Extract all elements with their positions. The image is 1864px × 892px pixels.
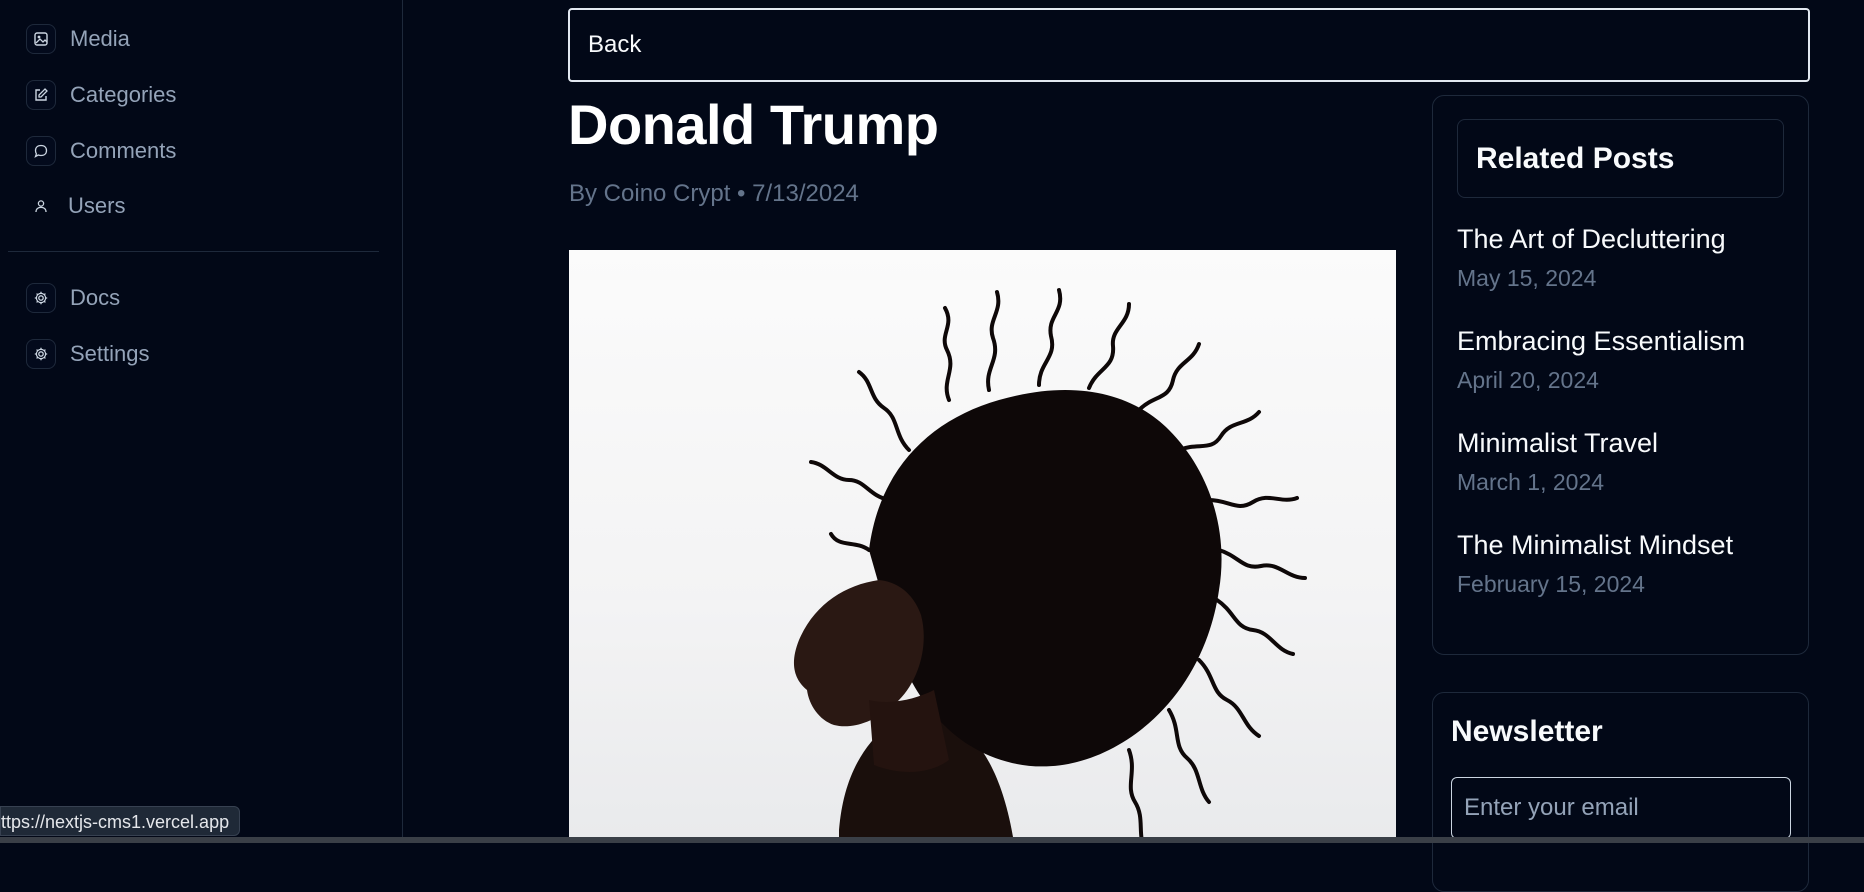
post-hero-image — [569, 250, 1396, 843]
related-posts-card: Related Posts The Art of Decluttering Ma… — [1432, 95, 1809, 655]
related-post-item[interactable]: The Art of Decluttering May 15, 2024 — [1457, 224, 1726, 292]
back-button[interactable]: Back — [568, 8, 1810, 82]
sidebar-item-label: Comments — [70, 138, 177, 163]
sidebar-item-label: Users — [68, 193, 126, 218]
sidebar-item-users[interactable]: Users — [26, 189, 125, 223]
sidebar-divider — [8, 251, 379, 252]
related-post-title[interactable]: Embracing Essentialism — [1457, 326, 1745, 357]
related-post-date: March 1, 2024 — [1457, 469, 1605, 495]
hero-photo-illustration — [793, 288, 1307, 843]
gear-icon — [26, 283, 56, 313]
related-posts-heading: Related Posts — [1457, 119, 1784, 198]
gear-icon — [26, 339, 56, 369]
newsletter-email-input[interactable] — [1451, 777, 1791, 839]
sidebar-item-comments[interactable]: Comments — [26, 134, 176, 168]
status-bar-url: ttps://nextjs-cms1.vercel.app — [0, 806, 241, 836]
related-post-title[interactable]: The Art of Decluttering — [1457, 224, 1726, 255]
related-post-title[interactable]: The Minimalist Mindset — [1457, 530, 1733, 561]
sidebar-item-label: Categories — [70, 82, 177, 107]
related-post-date: April 20, 2024 — [1457, 367, 1599, 393]
related-post-date: February 15, 2024 — [1457, 571, 1645, 597]
newsletter-card: Newsletter — [1432, 692, 1809, 892]
related-post-date: May 15, 2024 — [1457, 265, 1597, 291]
related-post-item[interactable]: Embracing Essentialism April 20, 2024 — [1457, 326, 1745, 394]
sidebar-item-settings[interactable]: Settings — [26, 337, 150, 371]
related-post-title[interactable]: Minimalist Travel — [1457, 428, 1658, 459]
sidebar-item-docs[interactable]: Docs — [26, 281, 120, 315]
user-icon — [26, 191, 56, 221]
sidebar-item-categories[interactable]: Categories — [26, 78, 176, 112]
post-title: Donald Trump — [568, 93, 939, 156]
sidebar-item-label: Settings — [70, 341, 150, 366]
sidebar-item-label: Media — [70, 26, 130, 51]
comment-icon — [26, 136, 56, 166]
media-icon — [26, 24, 56, 54]
sidebar: Media Categories Comments Users Docs Set… — [0, 0, 403, 843]
newsletter-heading: Newsletter — [1451, 715, 1603, 748]
edit-icon — [26, 80, 56, 110]
window-bottom-edge — [0, 837, 1864, 843]
related-post-item[interactable]: Minimalist Travel March 1, 2024 — [1457, 428, 1658, 496]
related-post-item[interactable]: The Minimalist Mindset February 15, 2024 — [1457, 530, 1733, 598]
sidebar-item-media[interactable]: Media — [26, 22, 130, 56]
sidebar-item-label: Docs — [70, 285, 121, 310]
post-meta: By Coino Crypt • 7/13/2024 — [569, 180, 859, 207]
